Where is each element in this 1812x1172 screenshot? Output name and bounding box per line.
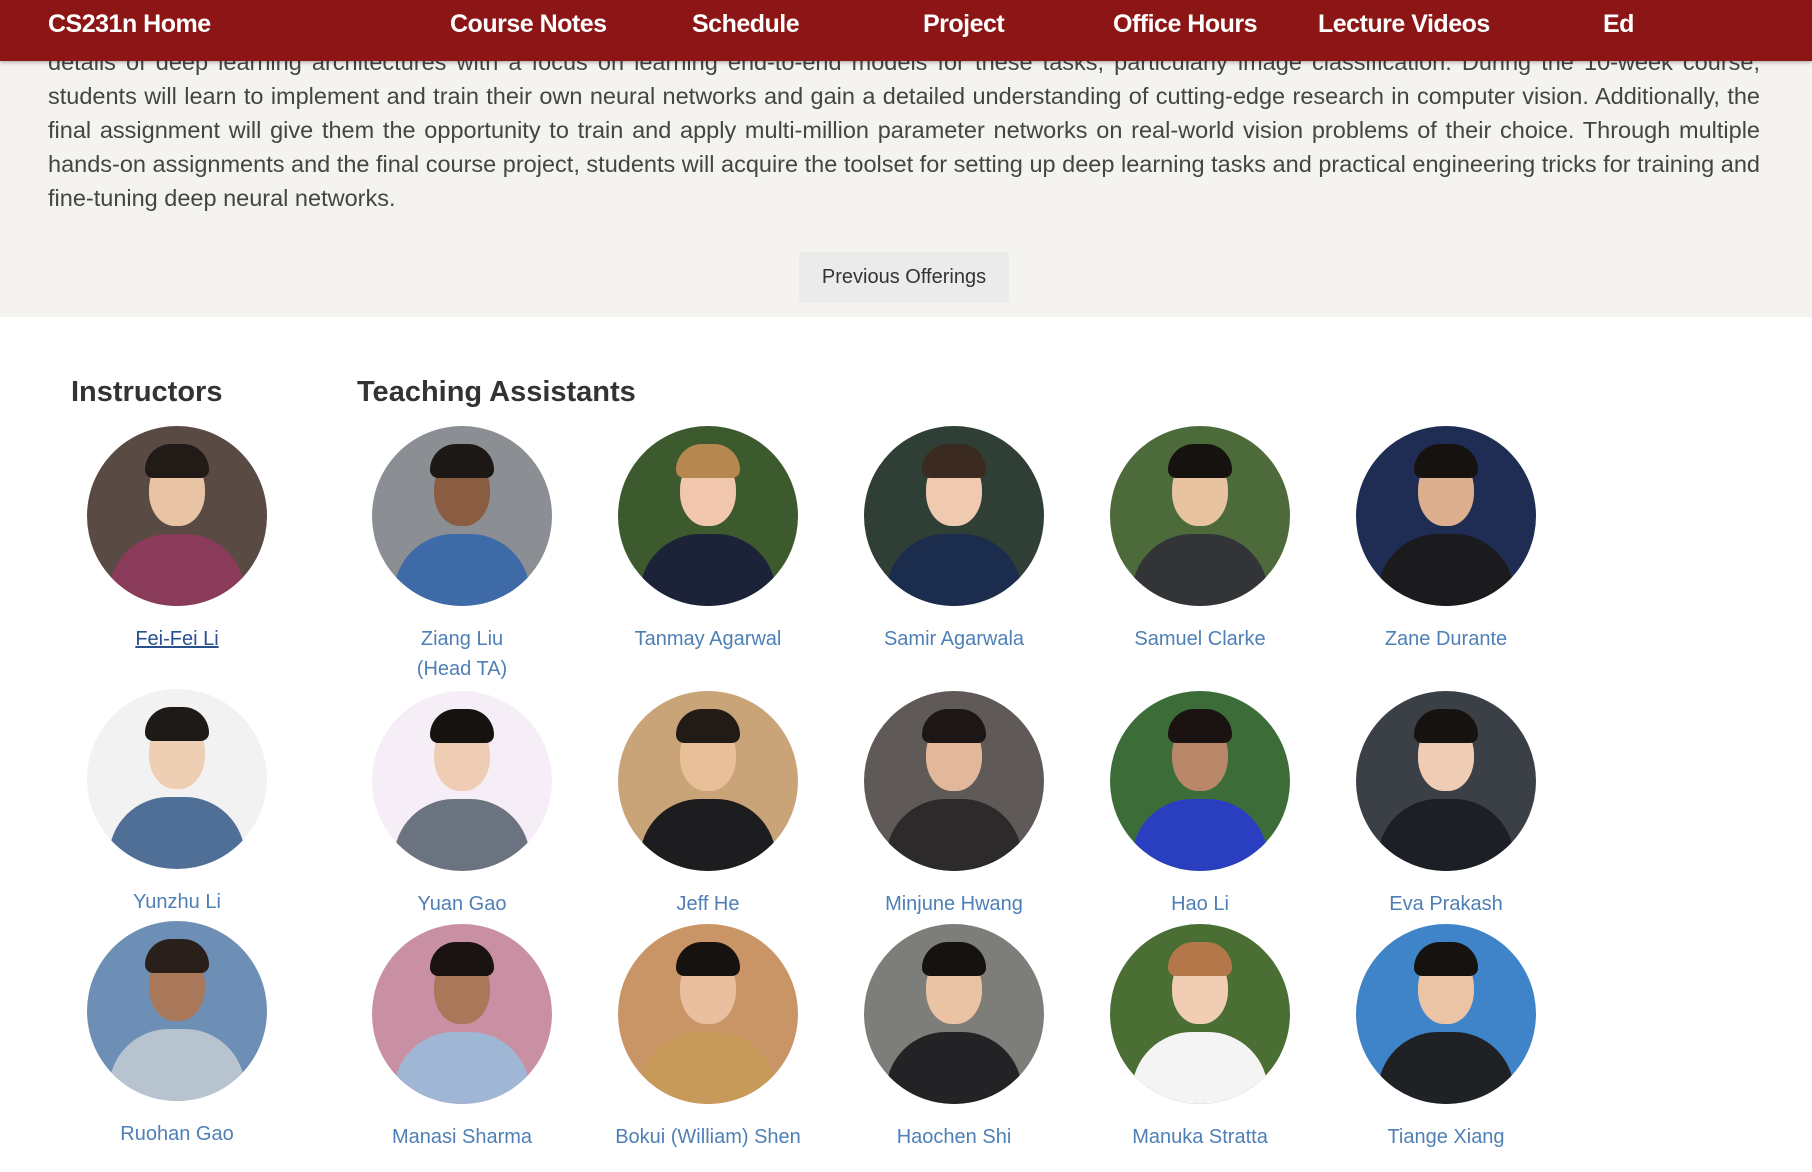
avatar-photo <box>372 691 552 871</box>
avatar-photo <box>372 426 552 606</box>
staff-name: Eva Prakash <box>1389 893 1503 915</box>
staff-card-bokui-william-shen: Bokui (William) Shen <box>585 924 831 1152</box>
avatar-photo <box>864 924 1044 1104</box>
nav-schedule[interactable]: Schedule <box>692 0 800 48</box>
avatar-photo <box>1110 924 1290 1104</box>
nav-project[interactable]: Project <box>923 0 1005 48</box>
staff-card-samir-agarwala: Samir Agarwala <box>831 426 1077 654</box>
staff-card-fei-fei-li: Fei-Fei Li <box>54 426 300 654</box>
staff-name: Samir Agarwala <box>883 628 1025 650</box>
staff-card-manasi-sharma: Manasi Sharma <box>339 924 585 1152</box>
nav-office-hours[interactable]: Office Hours <box>1113 0 1258 48</box>
avatar-photo <box>1110 426 1290 606</box>
instructors-heading: Instructors <box>71 376 223 408</box>
avatar-photo <box>618 924 798 1104</box>
staff-name: Tanmay Agarwal <box>634 628 782 650</box>
staff-name: Tiange Xiang <box>1387 1126 1505 1148</box>
staff-card-minjune-hwang: Minjune Hwang <box>831 691 1077 919</box>
staff-card-ziang-liu: Ziang Liu (Head TA) <box>339 426 585 684</box>
staff-card-eva-prakash: Eva Prakash <box>1323 691 1569 919</box>
staff-name: Zane Durante <box>1384 628 1508 650</box>
previous-offerings-button[interactable]: Previous Offerings <box>799 252 1009 303</box>
staff-card-samuel-clarke: Samuel Clarke <box>1077 426 1323 654</box>
staff-name: Ruohan Gao <box>120 1123 234 1145</box>
staff-name: Yuan Gao <box>417 893 507 915</box>
avatar-photo <box>618 426 798 606</box>
staff-card-ruohan-gao: Ruohan Gao <box>54 921 300 1149</box>
staff-card-jeff-he: Jeff He <box>585 691 831 919</box>
staff-name: Manuka Stratta <box>1132 1126 1268 1148</box>
staff-card-zane-durante: Zane Durante <box>1323 426 1569 654</box>
avatar-photo <box>1356 924 1536 1104</box>
avatar-photo <box>864 691 1044 871</box>
staff-name: Yunzhu Li <box>133 891 221 913</box>
avatar-photo <box>1110 691 1290 871</box>
staff-name[interactable]: Fei-Fei Li <box>54 624 300 654</box>
nav-lecture-videos[interactable]: Lecture Videos <box>1318 0 1490 48</box>
staff-name: Bokui (William) Shen <box>615 1126 801 1148</box>
avatar-photo <box>864 426 1044 606</box>
nav-home-link[interactable]: CS231n Home <box>48 0 211 48</box>
staff-card-hao-li: Hao Li <box>1077 691 1323 919</box>
staff-name: Haochen Shi <box>896 1126 1012 1148</box>
staff-name: Samuel Clarke <box>1134 628 1266 650</box>
avatar-photo <box>87 689 267 869</box>
staff-role-note: (Head TA) <box>416 658 508 680</box>
course-description-text: details of deep learning architectures w… <box>48 49 1760 211</box>
avatar-photo <box>618 691 798 871</box>
staff-name: Hao Li <box>1171 893 1229 915</box>
nav-ed[interactable]: Ed <box>1603 0 1634 48</box>
avatar-photo <box>1356 426 1536 606</box>
staff-card-haochen-shi: Haochen Shi <box>831 924 1077 1152</box>
staff-name: Minjune Hwang <box>885 893 1023 915</box>
avatar-photo <box>372 924 552 1104</box>
avatar-photo <box>1356 691 1536 871</box>
staff-card-tiange-xiang: Tiange Xiang <box>1323 924 1569 1152</box>
staff-name: Ziang Liu <box>420 628 504 650</box>
avatar-photo <box>87 921 267 1101</box>
teaching-assistants-heading: Teaching Assistants <box>357 376 636 408</box>
staff-name: Jeff He <box>676 893 740 915</box>
staff-card-manuka-stratta: Manuka Stratta <box>1077 924 1323 1152</box>
nav-course-notes[interactable]: Course Notes <box>450 0 607 48</box>
avatar-photo <box>87 426 267 606</box>
staff-card-tanmay-agarwal: Tanmay Agarwal <box>585 426 831 654</box>
top-navigation-bar: CS231n Home Course Notes Schedule Projec… <box>0 0 1812 61</box>
staff-name: Manasi Sharma <box>391 1126 533 1148</box>
staff-card-yuan-gao: Yuan Gao <box>339 691 585 919</box>
staff-card-yunzhu-li: Yunzhu Li <box>54 689 300 917</box>
